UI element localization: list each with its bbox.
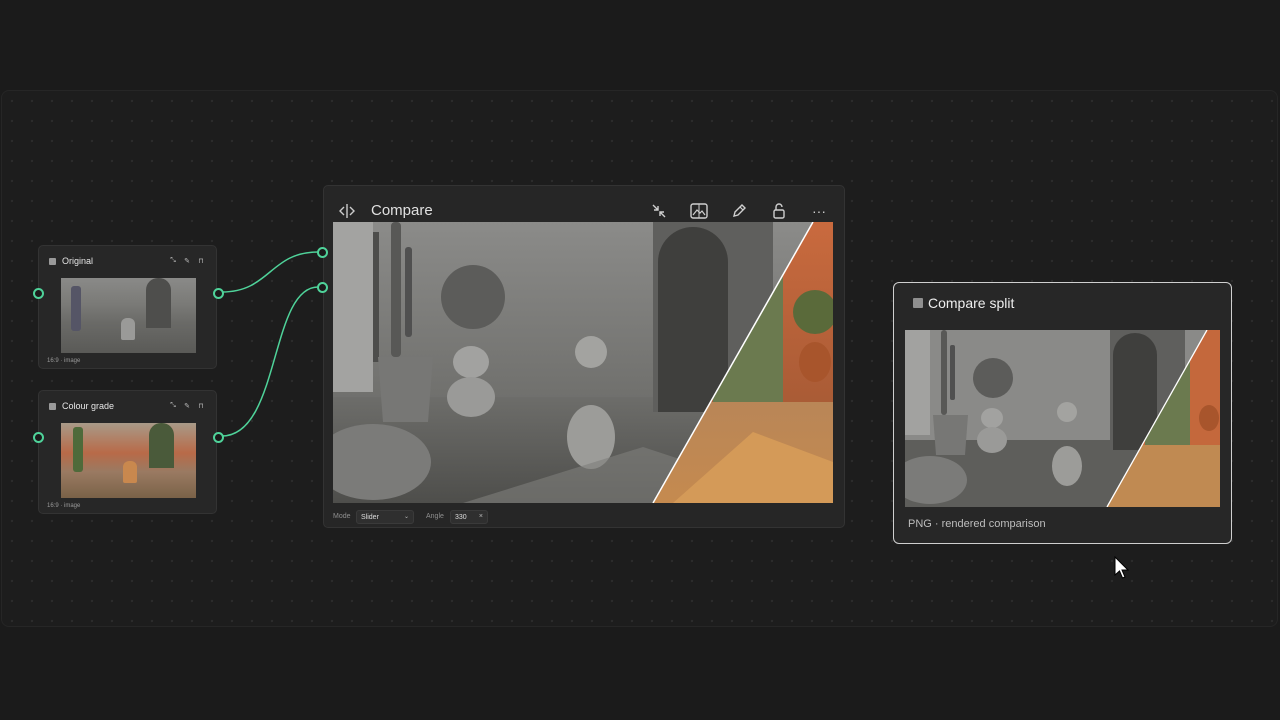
- mode-label: Mode: [333, 513, 351, 520]
- colour-grade-input-port[interactable]: [33, 432, 44, 443]
- compare-split-output-node[interactable]: Compare split PNG · rendered comparison: [893, 282, 1232, 544]
- node-title: Colour grade: [62, 401, 115, 411]
- image-node-icon: [913, 298, 923, 308]
- original-input-port[interactable]: [33, 288, 44, 299]
- output-preview: [905, 330, 1220, 507]
- compare-preview[interactable]: [333, 222, 833, 503]
- image-compare-icon[interactable]: [689, 201, 709, 221]
- node-meta: 16:9 · image: [47, 358, 81, 364]
- lock-icon[interactable]: ⊓: [196, 256, 206, 266]
- original-thumbnail: [61, 278, 196, 353]
- colour-grade-output-port[interactable]: [213, 432, 224, 443]
- original-node[interactable]: Original ⤡ ✎ ⊓ 16:9 · image: [38, 245, 217, 369]
- output-caption: PNG · rendered comparison: [908, 518, 1046, 530]
- image-node-icon: [49, 402, 56, 410]
- pen-icon[interactable]: [729, 201, 749, 221]
- chevron-down-icon: ⌄: [403, 514, 409, 520]
- compare-title: Compare: [371, 202, 433, 219]
- connector-original-to-compare: [221, 251, 319, 293]
- angle-clear-button[interactable]: ×: [479, 513, 483, 520]
- mode-select[interactable]: Slider ⌄: [356, 510, 414, 524]
- colour-grade-node[interactable]: Colour grade ⤡ ✎ ⊓ 16:9 · image: [38, 390, 217, 514]
- lock-icon[interactable]: ⊓: [196, 401, 206, 411]
- collapse-icon[interactable]: ⤡: [168, 256, 178, 266]
- compare-input-port-a[interactable]: [317, 247, 328, 258]
- node-title: Original: [62, 256, 94, 266]
- node-meta: 16:9 · image: [47, 503, 81, 509]
- compare-slider-icon: [337, 202, 357, 220]
- original-output-port[interactable]: [213, 288, 224, 299]
- pencil-icon[interactable]: ✎: [182, 401, 192, 411]
- mode-select-value: Slider: [361, 513, 379, 521]
- angle-label: Angle: [426, 513, 444, 520]
- pencil-icon[interactable]: ✎: [182, 256, 192, 266]
- image-node-icon: [49, 257, 56, 265]
- compare-input-port-b[interactable]: [317, 282, 328, 293]
- colour-grade-thumbnail: [61, 423, 196, 498]
- collapse-icon[interactable]: [649, 201, 669, 221]
- angle-value: 330: [455, 513, 467, 521]
- more-icon[interactable]: ···: [809, 201, 829, 221]
- angle-input[interactable]: 330 ×: [450, 510, 488, 524]
- output-title: Compare split: [928, 295, 1015, 311]
- unlock-icon[interactable]: [769, 201, 789, 221]
- collapse-icon[interactable]: ⤡: [168, 401, 178, 411]
- mouse-cursor-icon: [1114, 555, 1130, 585]
- connector-grade-to-compare: [221, 286, 319, 437]
